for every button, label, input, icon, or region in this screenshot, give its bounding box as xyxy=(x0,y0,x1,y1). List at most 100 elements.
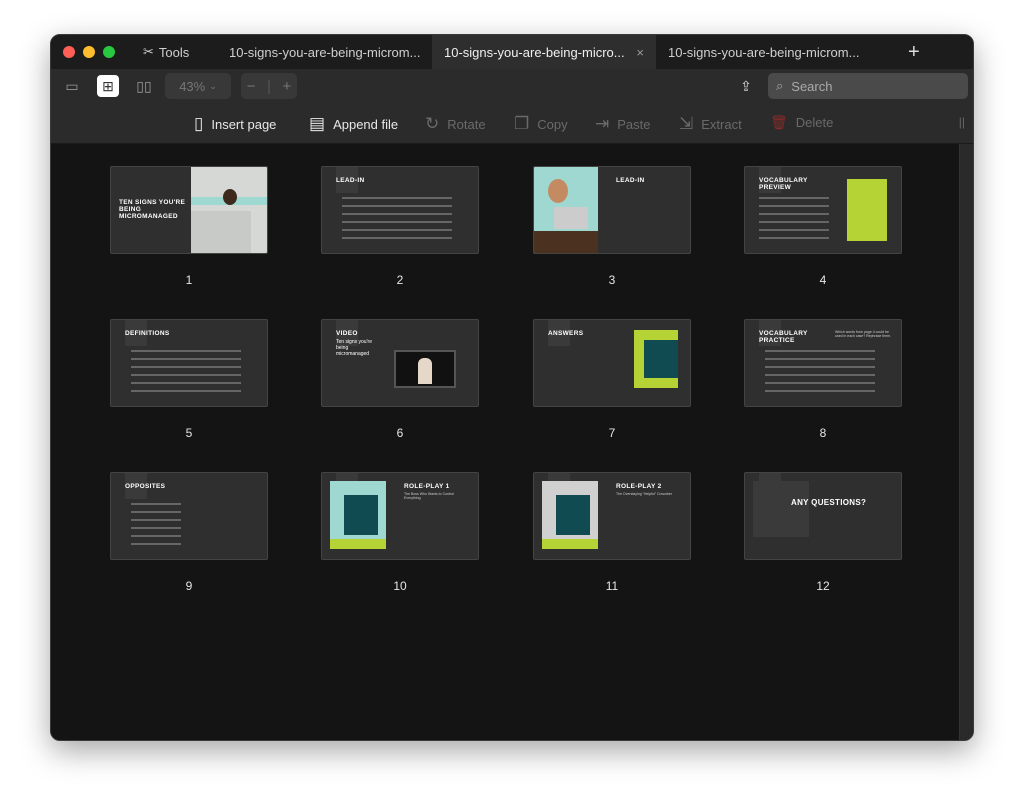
grid-view-icon[interactable]: ⊞ xyxy=(97,75,119,97)
text-line xyxy=(342,229,452,231)
tab-label: 10-signs-you-are-being-microm... xyxy=(668,44,860,60)
text-line xyxy=(765,366,875,368)
illustration-object xyxy=(344,495,378,535)
chevron-down-icon: ⌄ xyxy=(209,80,217,91)
toolbar-overflow-handle[interactable]: || xyxy=(959,115,965,129)
slide-subtitle: The Overstaying "Helpful" Coworker xyxy=(616,492,672,496)
vertical-scrollbar[interactable] xyxy=(959,144,973,740)
zoom-stepper: − | + xyxy=(241,73,297,99)
desk-photo xyxy=(534,231,598,253)
zoom-window-button[interactable] xyxy=(103,46,115,58)
extract-icon: ⇲ xyxy=(679,114,694,133)
text-line xyxy=(131,527,181,529)
insert-page-icon: ▯ xyxy=(194,114,204,133)
text-line xyxy=(131,519,181,521)
tab-document-2[interactable]: 10-signs-you-are-being-micro... × xyxy=(432,35,656,69)
page-thumbnail[interactable]: LEAD-IN xyxy=(533,166,691,254)
phone-illustration xyxy=(644,340,678,378)
slide-title: VIDEO xyxy=(336,330,358,337)
slide-title: ANSWERS xyxy=(548,330,584,337)
delete-button[interactable]: 🗑 Delete xyxy=(770,114,833,131)
paste-button[interactable]: ⇥ Paste xyxy=(595,114,651,134)
tab-document-1[interactable]: 10-signs-you-are-being-microm... xyxy=(217,35,432,69)
rotate-button[interactable]: ↻ Rotate xyxy=(425,114,486,134)
action-label: Rotate xyxy=(447,116,486,132)
text-line xyxy=(131,503,181,505)
page-thumbnail[interactable]: VIDEO Ten signs you're being micromanaged xyxy=(321,319,479,407)
slide-title: VOCABULARY PREVIEW xyxy=(759,177,808,192)
page-thumbnail[interactable]: VOCABULARY PRACTICE Which words from page… xyxy=(744,319,902,407)
cubicle-wall xyxy=(191,211,251,253)
zoom-value: 43% xyxy=(179,78,206,94)
sidebar-view-icon[interactable]: ▭ xyxy=(61,75,83,97)
text-line xyxy=(759,237,829,239)
new-tab-button[interactable]: + xyxy=(908,41,920,64)
trash-icon: 🗑 xyxy=(770,114,788,130)
action-label: Insert page xyxy=(211,116,277,132)
text-line xyxy=(342,213,452,215)
pdf-append-icon: ▤ xyxy=(309,114,326,133)
text-line xyxy=(131,350,241,352)
window-controls xyxy=(63,46,143,58)
share-icon[interactable]: ⇪ xyxy=(735,75,757,97)
action-label: Delete xyxy=(795,115,834,130)
text-line xyxy=(131,511,181,513)
text-line xyxy=(765,358,875,360)
page-thumbnail[interactable]: OPPOSITES xyxy=(110,472,268,560)
minimize-window-button[interactable] xyxy=(83,46,95,58)
title-accent-block xyxy=(753,481,809,537)
zoom-select[interactable]: 43% ⌄ xyxy=(165,73,231,99)
zoom-in-button[interactable]: + xyxy=(282,78,291,95)
tab-bar: ✂ Tools 10-signs-you-are-being-microm... … xyxy=(51,35,973,69)
slide-title: ROLE-PLAY 2 xyxy=(616,483,662,490)
action-label: Copy xyxy=(537,116,568,132)
search-input[interactable]: ⌕ Search xyxy=(768,73,968,99)
page-number: 7 xyxy=(608,426,616,440)
page-number: 6 xyxy=(396,426,404,440)
text-line xyxy=(342,237,452,239)
copy-button[interactable]: ❐ Copy xyxy=(514,114,568,134)
page-number: 12 xyxy=(816,579,830,593)
person-photo xyxy=(548,179,568,203)
page-number: 10 xyxy=(393,579,407,593)
text-line xyxy=(759,213,829,215)
slide-title: VOCABULARY PRACTICE xyxy=(759,330,808,345)
tools-tab[interactable]: ✂ Tools xyxy=(143,44,217,60)
tools-icon: ✂ xyxy=(143,44,154,59)
slide-subtitle: Ten signs you're being micromanaged xyxy=(336,339,372,357)
app-window: ✂ Tools 10-signs-you-are-being-microm... … xyxy=(50,34,974,741)
page-thumbnail[interactable]: ANSWERS xyxy=(533,319,691,407)
action-label: Paste xyxy=(617,116,651,132)
page-thumbnail[interactable]: TEN SIGNS YOU'RE BEING MICROMANAGED xyxy=(110,166,268,254)
page-thumbnail[interactable]: VOCABULARY PREVIEW xyxy=(744,166,902,254)
copy-icon: ❐ xyxy=(514,114,530,133)
zoom-out-button[interactable]: − xyxy=(247,78,256,95)
page-thumbnail[interactable]: ROLE-PLAY 2 The Overstaying "Helpful" Cow… xyxy=(533,472,691,560)
text-line xyxy=(131,543,181,545)
text-line xyxy=(765,390,875,392)
action-label: Extract xyxy=(701,116,742,132)
close-tab-icon[interactable]: × xyxy=(636,45,644,60)
page-thumbnail[interactable]: ANY QUESTIONS? xyxy=(744,472,902,560)
two-page-view-icon[interactable]: ▯▯ xyxy=(133,75,155,97)
laptop-photo xyxy=(554,207,588,229)
video-presenter xyxy=(418,358,432,384)
text-line xyxy=(131,358,241,360)
close-window-button[interactable] xyxy=(63,46,75,58)
text-line xyxy=(765,382,875,384)
page-grid: TEN SIGNS YOU'RE BEING MICROMANAGED 1 LEAD… xyxy=(51,144,961,740)
slide-title: OPPOSITES xyxy=(125,483,166,490)
page-number: 9 xyxy=(185,579,193,593)
append-file-button[interactable]: ▤ Append file xyxy=(309,114,398,134)
search-icon: ⌕ xyxy=(776,78,784,93)
extract-button[interactable]: ⇲ Extract xyxy=(679,114,742,134)
page-thumbnail[interactable]: LEAD-IN xyxy=(321,166,479,254)
insert-page-button[interactable]: ▯ Insert page xyxy=(194,114,276,134)
text-line xyxy=(131,382,241,384)
page-thumbnail[interactable]: DEFINITIONS xyxy=(110,319,268,407)
tab-document-3[interactable]: 10-signs-you-are-being-microm... xyxy=(656,35,868,69)
slide-subtitle: The Boss Who Wants to Control Everything xyxy=(404,492,454,501)
page-thumbnail[interactable]: ROLE-PLAY 1 The Boss Who Wants to Control… xyxy=(321,472,479,560)
paste-icon: ⇥ xyxy=(595,114,610,133)
text-line xyxy=(131,390,241,392)
